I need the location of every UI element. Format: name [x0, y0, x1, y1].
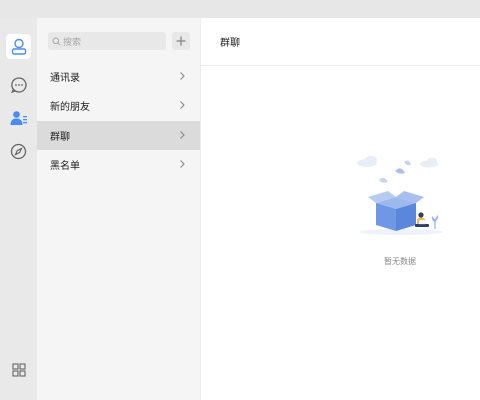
- empty-box-illustration: [357, 156, 443, 235]
- left-rail: [0, 18, 37, 400]
- chevron-right-icon: [180, 101, 185, 109]
- menu-item-new-friends[interactable]: 新的朋友: [37, 91, 200, 120]
- contacts-list-icon: [10, 110, 27, 125]
- menu-item-label: 新的朋友: [50, 102, 90, 113]
- plus-icon: [176, 36, 186, 46]
- page-title: 群聊: [220, 38, 240, 49]
- compass-icon: [10, 143, 27, 160]
- content-header: 群聊: [201, 18, 480, 66]
- rail-discover[interactable]: [6, 139, 31, 164]
- contacts-panel: 搜索 通讯录 新的朋友 群聊 黑名单: [37, 18, 201, 400]
- grid-apps-icon: [11, 362, 26, 377]
- chevron-right-icon: [180, 131, 185, 139]
- chevron-right-icon: [180, 160, 185, 168]
- rail-chat[interactable]: [6, 72, 31, 97]
- title-bar[interactable]: [0, 0, 480, 18]
- search-box[interactable]: 搜索: [48, 32, 166, 50]
- menu-item-blacklist[interactable]: 黑名单: [37, 150, 200, 179]
- add-button[interactable]: [172, 32, 190, 50]
- content-pane: 群聊 暂无数据: [201, 18, 480, 400]
- search-placeholder: 搜索: [63, 37, 82, 48]
- chevron-right-icon: [180, 72, 185, 80]
- chat-bubble-icon: [10, 76, 27, 93]
- menu-item-label: 黑名单: [50, 161, 80, 172]
- search-icon: [52, 37, 61, 46]
- empty-state-text: 暂无数据: [384, 257, 416, 266]
- menu-item-label: 群聊: [50, 132, 70, 143]
- rail-contacts-list[interactable]: [6, 105, 31, 130]
- rail-apps[interactable]: [6, 357, 31, 382]
- rail-contacts-profile[interactable]: [6, 34, 31, 59]
- menu-item-group-chats[interactable]: 群聊: [37, 121, 200, 150]
- menu-item-label: 通讯录: [50, 73, 80, 84]
- contacts-profile-icon: [11, 38, 26, 55]
- app-window: 搜索 通讯录 新的朋友 群聊 黑名单 群聊 暂无数据: [0, 0, 480, 400]
- menu-item-contacts[interactable]: 通讯录: [37, 62, 200, 91]
